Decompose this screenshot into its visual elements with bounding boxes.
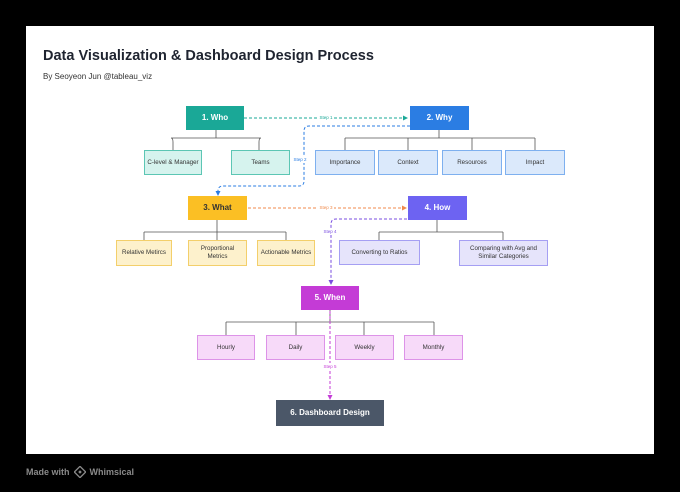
whimsical-brand: Whimsical	[89, 467, 135, 477]
when-child-hourly: Hourly	[197, 335, 255, 360]
connector-how-children	[378, 220, 504, 240]
when-child-daily: Daily	[266, 335, 325, 360]
who-child-c-level: C-level & Manager	[144, 150, 202, 175]
node-dashboard-design[interactable]: 6. Dashboard Design	[276, 400, 384, 426]
how-child-comparing-with-avg: Comparing with Avg and Similar Categorie…	[459, 240, 548, 266]
when-child-weekly: Weekly	[335, 335, 394, 360]
why-child-importance: Importance	[315, 150, 375, 175]
what-child-proportional-metrics: Proportional Metrics	[188, 240, 247, 266]
connector-who-children	[170, 130, 262, 150]
step-1-label: Step 1	[319, 115, 333, 120]
how-child-converting-to-ratios: Converting to Ratios	[339, 240, 420, 265]
step-2-label: Step 2	[293, 157, 307, 162]
what-child-actionable-metrics: Actionable Metrics	[257, 240, 315, 266]
node-who[interactable]: 1. Who	[186, 106, 244, 130]
step-3-label: Step 3	[319, 205, 333, 210]
made-with-footer[interactable]: Made with Whimsical	[26, 466, 134, 478]
step-5-label: Step 5	[323, 364, 337, 369]
node-when[interactable]: 5. When	[301, 286, 359, 310]
diagram-board: Data Visualization & Dashboard Design Pr…	[26, 26, 654, 454]
node-how[interactable]: 4. How	[408, 196, 467, 220]
made-with-label: Made with	[26, 467, 70, 477]
whimsical-logo-icon	[73, 466, 86, 478]
node-why[interactable]: 2. Why	[410, 106, 469, 130]
when-child-monthly: Monthly	[404, 335, 463, 360]
step-4-label: Step 4	[323, 229, 337, 234]
connector-what-children	[143, 220, 287, 240]
why-child-context: Context	[378, 150, 438, 175]
why-child-impact: Impact	[505, 150, 565, 175]
who-child-teams: Teams	[231, 150, 290, 175]
connector-why-children	[344, 130, 536, 150]
node-what[interactable]: 3. What	[188, 196, 247, 220]
what-child-relative-metrics: Relative Metircs	[116, 240, 172, 266]
why-child-resources: Resources	[442, 150, 502, 175]
